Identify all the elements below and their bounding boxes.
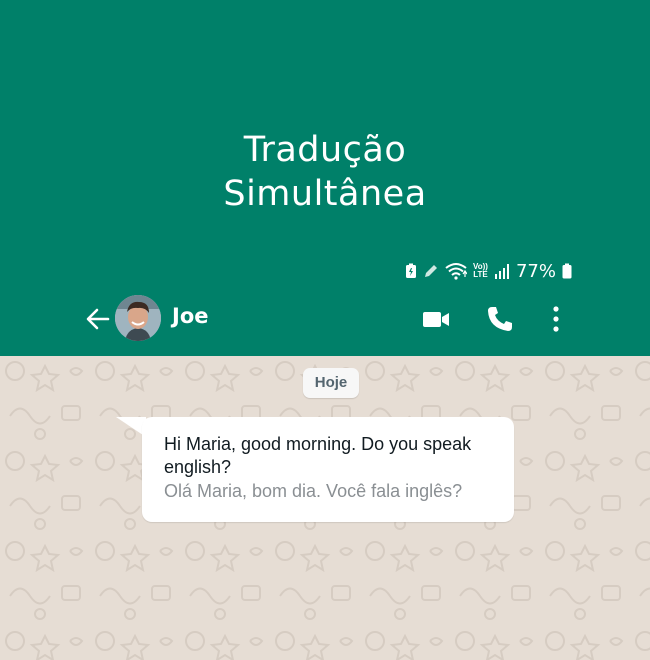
headline-title: Tradução Simultânea bbox=[0, 128, 650, 216]
message-translation: Olá Maria, bom dia. Você fala inglês? bbox=[164, 481, 463, 501]
avatar[interactable] bbox=[115, 295, 161, 341]
lte-label: LTE bbox=[473, 270, 488, 279]
date-chip: Hoje bbox=[303, 368, 359, 398]
more-vert-icon[interactable] bbox=[541, 304, 571, 334]
back-arrow-icon[interactable] bbox=[84, 305, 112, 333]
message-text: Hi Maria, good morning. Do you speak eng… bbox=[164, 434, 472, 477]
volte-icon: Vo)) LTE bbox=[473, 263, 488, 279]
status-bar: Vo)) LTE 77% bbox=[405, 260, 572, 282]
message-bubble[interactable]: Hi Maria, good morning. Do you speak eng… bbox=[142, 417, 514, 522]
signal-icon bbox=[494, 264, 509, 279]
battery-icon bbox=[562, 263, 572, 279]
battery-percent: 77% bbox=[515, 260, 556, 282]
wifi-icon bbox=[445, 263, 468, 280]
contact-name[interactable]: Joe bbox=[172, 304, 208, 328]
headline-line-1: Tradução bbox=[243, 130, 407, 170]
chat-area[interactable]: Hoje Hi Maria, good morning. Do you spea… bbox=[0, 356, 650, 660]
green-header: Tradução Simultânea Vo)) LTE 77% Joe bbox=[0, 0, 650, 356]
chat-app-bar: Joe bbox=[0, 294, 650, 344]
contact-photo bbox=[115, 295, 161, 341]
headline-line-2: Simultânea bbox=[223, 174, 427, 214]
battery-saver-icon bbox=[406, 263, 417, 278]
pen-icon bbox=[425, 265, 438, 277]
video-call-icon[interactable] bbox=[421, 304, 451, 334]
phone-icon[interactable] bbox=[485, 304, 515, 334]
